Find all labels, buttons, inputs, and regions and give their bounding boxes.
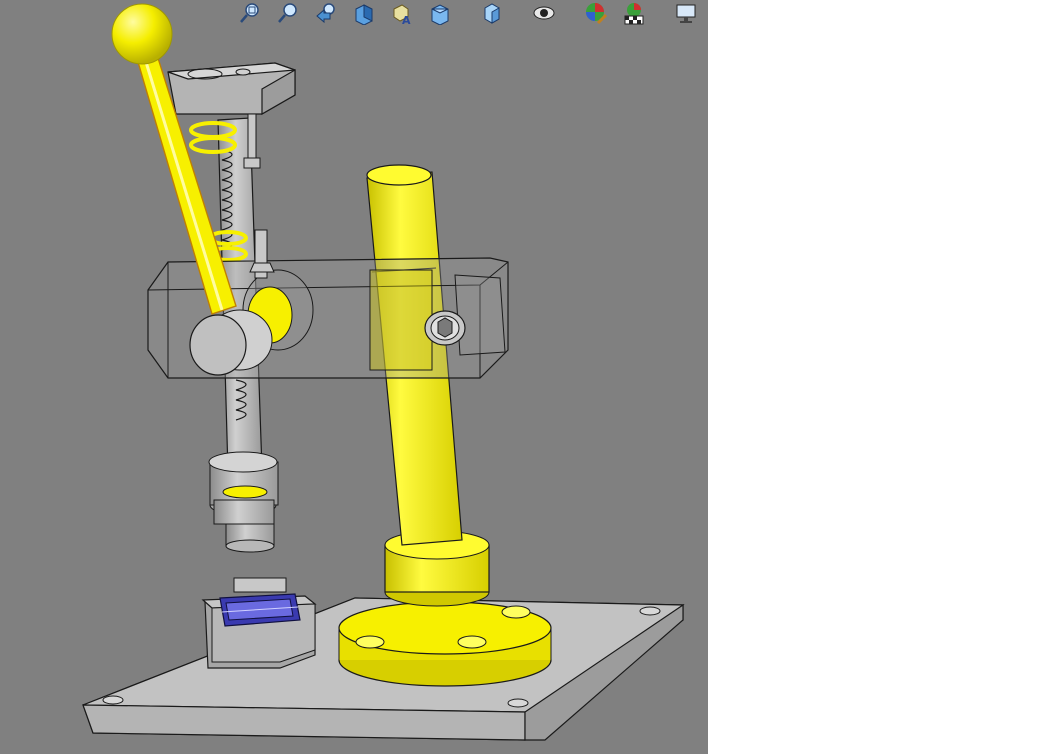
clamp-screw[interactable] [424, 310, 466, 346]
assembly-model[interactable] [0, 0, 708, 754]
column-flange[interactable] [338, 601, 552, 687]
edit-appearance-icon[interactable] [582, 0, 610, 26]
graphics-viewport[interactable]: A [0, 0, 708, 754]
svg-text:A: A [402, 14, 411, 25]
lever-knob[interactable] [111, 3, 173, 65]
view-settings-icon[interactable] [672, 0, 700, 26]
zoom-to-area-icon[interactable] [274, 0, 302, 26]
heads-up-view-toolbar: A [232, 0, 708, 28]
dynamic-annotation-views-icon[interactable]: A [388, 0, 416, 26]
view-orientation-icon[interactable] [426, 0, 454, 26]
previous-view-icon[interactable] [312, 0, 340, 26]
zoom-to-fit-icon[interactable] [236, 0, 264, 26]
column[interactable] [366, 164, 490, 607]
die-insert[interactable] [219, 593, 301, 627]
punch-holder[interactable] [208, 451, 279, 553]
empty-panel [708, 0, 1047, 754]
apply-scene-icon[interactable] [620, 0, 648, 26]
section-view-icon[interactable] [350, 0, 378, 26]
display-style-icon[interactable] [478, 0, 506, 26]
hide-show-items-icon[interactable] [530, 0, 558, 26]
